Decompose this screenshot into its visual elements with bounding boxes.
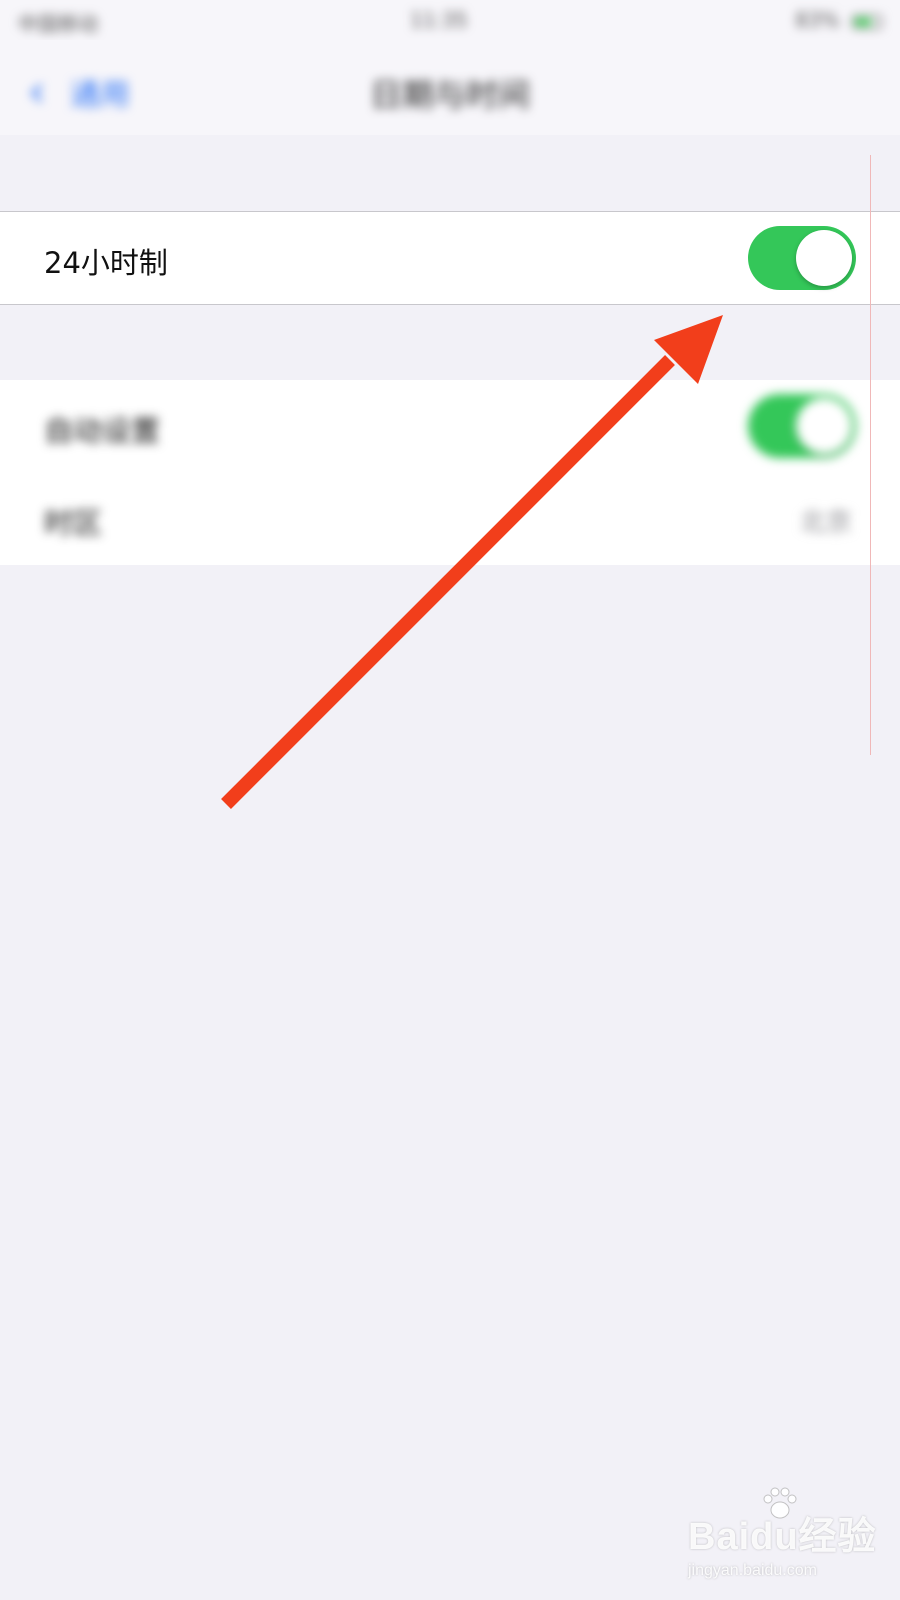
toggle-auto-set[interactable] <box>748 394 856 458</box>
row-24-hour-label: 24小时制 <box>44 246 168 280</box>
carrier-label: 中国移动 <box>18 12 98 36</box>
battery-icon <box>852 14 882 29</box>
watermark-url: jingyan.baidu.com <box>688 1562 817 1579</box>
toggle-24-hour[interactable] <box>748 226 856 290</box>
status-bar: 中国移动 11:35 83% <box>0 0 900 40</box>
row-24-hour[interactable]: 24小时制 <box>0 212 900 304</box>
row-timezone-label: 时区 <box>44 506 103 540</box>
row-auto-set[interactable]: 自动设置 <box>0 380 900 472</box>
toggle-knob <box>796 230 852 286</box>
clock-time: 11:35 <box>410 8 468 32</box>
battery-percent: 83% <box>795 8 840 32</box>
watermark: Baidu经验 jingyan.baidu.com <box>688 1487 878 1585</box>
divider-line <box>870 155 871 755</box>
settings-screen: 中国移动 11:35 83% ‹ 通用 日期与时间 24小时制 自动设置 时区 … <box>0 0 900 1600</box>
toggle-knob <box>796 398 852 454</box>
battery-status: 83% <box>795 8 882 32</box>
navigation-bar: ‹ 通用 日期与时间 <box>0 40 900 135</box>
arrow-head <box>654 315 723 384</box>
settings-group-time-format: 24小时制 <box>0 211 900 305</box>
settings-group-auto: 自动设置 时区 北京 <box>0 380 900 565</box>
paw-icon <box>763 1487 797 1519</box>
row-timezone[interactable]: 时区 北京 <box>0 472 900 564</box>
row-timezone-value: 北京 <box>799 508 852 538</box>
row-auto-set-label: 自动设置 <box>44 414 161 448</box>
page-title: 日期与时间 <box>369 76 530 114</box>
